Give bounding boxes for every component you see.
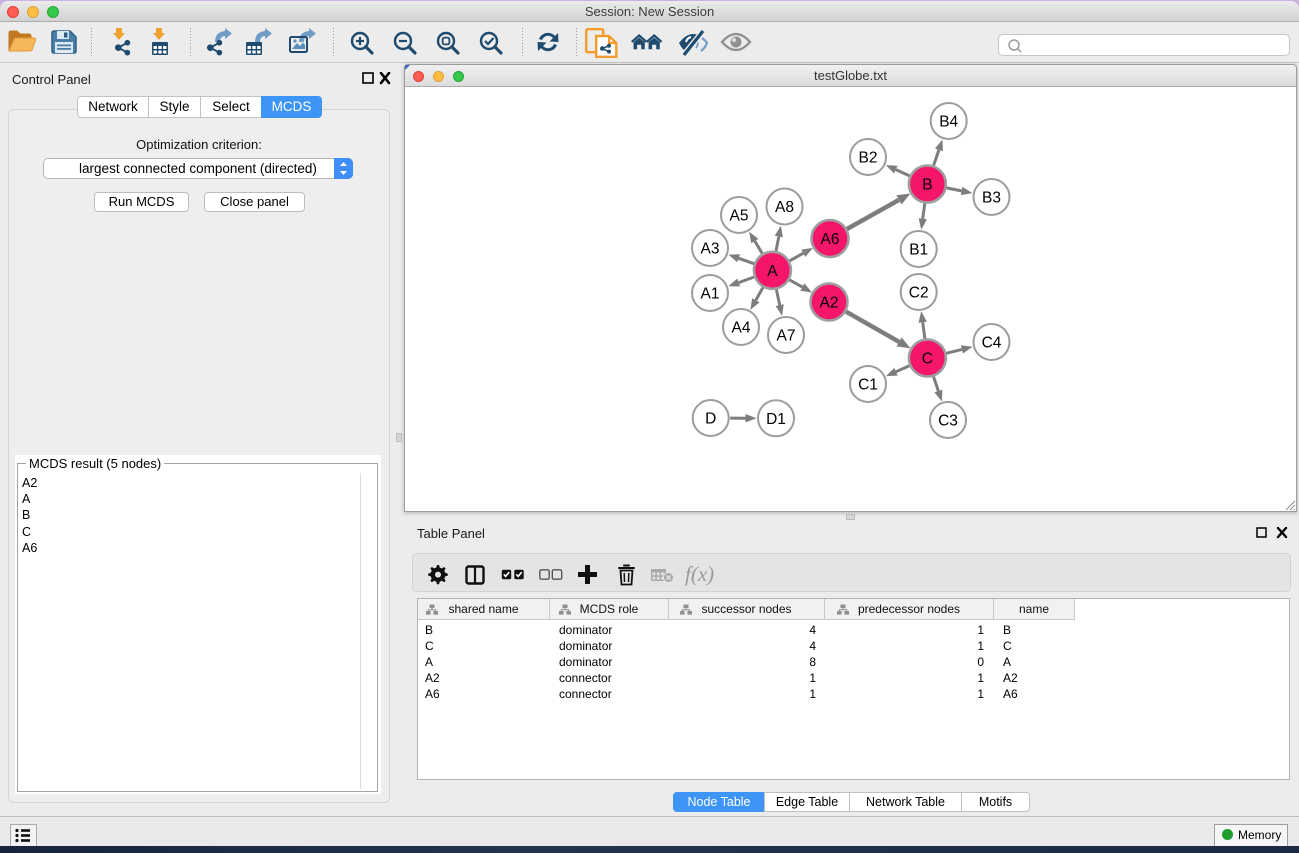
svg-text:A1: A1 (701, 286, 720, 303)
svg-text:B: B (922, 177, 932, 194)
svg-text:A2: A2 (820, 295, 839, 312)
svg-text:B4: B4 (939, 114, 958, 131)
svg-text:B3: B3 (982, 190, 1001, 207)
svg-text:C4: C4 (982, 335, 1002, 352)
svg-text:D: D (705, 411, 716, 428)
svg-text:A6: A6 (821, 231, 840, 248)
svg-text:A8: A8 (775, 199, 794, 216)
svg-text:C1: C1 (858, 377, 878, 394)
svg-text:A7: A7 (777, 328, 796, 345)
svg-text:B1: B1 (909, 242, 928, 259)
svg-text:B2: B2 (859, 150, 878, 167)
svg-text:C3: C3 (938, 413, 958, 430)
svg-text:A4: A4 (732, 320, 751, 337)
svg-text:C: C (922, 351, 933, 368)
svg-text:A3: A3 (701, 241, 720, 258)
svg-text:A: A (767, 263, 778, 280)
svg-text:A5: A5 (730, 208, 749, 225)
svg-text:D1: D1 (766, 411, 786, 428)
svg-text:C2: C2 (909, 285, 929, 302)
